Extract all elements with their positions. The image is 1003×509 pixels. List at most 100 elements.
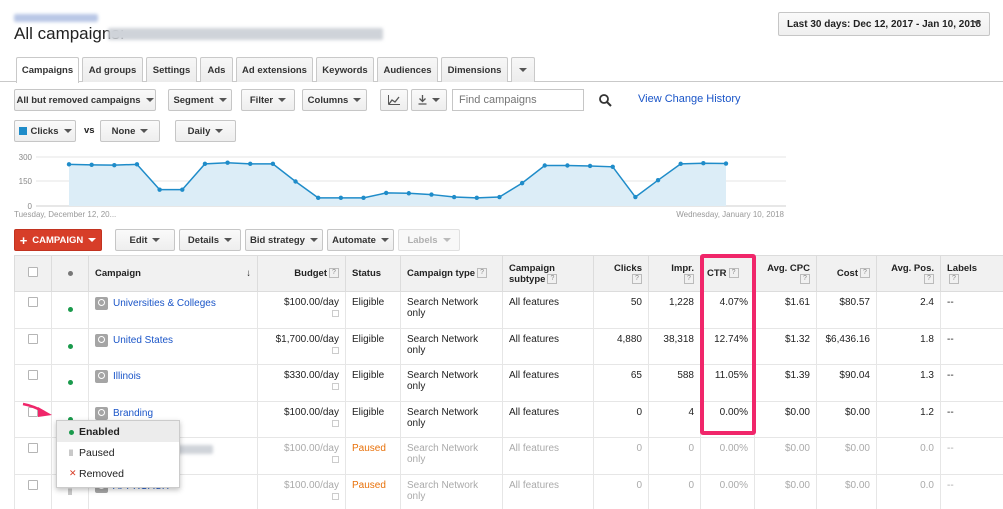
edit-pencil-icon[interactable] <box>332 419 339 427</box>
new-campaign-button[interactable]: + CAMPAIGN <box>14 229 102 251</box>
tab-keywords[interactable]: Keywords <box>316 57 374 82</box>
tab-ad-groups[interactable]: Ad groups <box>82 57 143 82</box>
data-point[interactable] <box>383 190 389 196</box>
data-point[interactable] <box>180 187 185 192</box>
edit-dropdown[interactable]: Edit <box>115 229 175 251</box>
row-checkbox[interactable] <box>28 443 38 454</box>
tab-settings[interactable]: Settings <box>146 57 197 82</box>
help-icon[interactable]: ? <box>949 273 959 284</box>
campaign-name-link[interactable]: United States <box>113 335 173 346</box>
enabled-dot-icon[interactable] <box>67 343 73 349</box>
tab-campaigns[interactable]: Campaigns <box>16 57 79 83</box>
automate-dropdown[interactable]: Automate <box>327 229 394 251</box>
row-checkbox[interactable] <box>28 479 38 490</box>
segment-dropdown[interactable]: Segment <box>168 89 232 111</box>
edit-pencil-icon[interactable] <box>332 383 339 391</box>
budget-cell[interactable]: $1,700.00/day <box>257 327 346 366</box>
data-point[interactable] <box>338 195 344 201</box>
help-icon[interactable]: ? <box>547 273 558 284</box>
campaign-name-link[interactable]: Branding <box>113 408 153 419</box>
col-budget[interactable]: Budget? <box>257 255 346 292</box>
data-point[interactable] <box>270 161 276 167</box>
chart-period-dropdown[interactable]: Daily <box>175 120 236 142</box>
tab-ad-extensions[interactable]: Ad extensions <box>236 57 313 82</box>
col-cost[interactable]: Cost? <box>816 255 877 292</box>
data-point[interactable] <box>542 163 547 168</box>
tab-ads[interactable]: Ads <box>200 57 233 82</box>
col-impr[interactable]: Impr.? <box>648 255 701 292</box>
data-point[interactable] <box>66 162 72 167</box>
data-point[interactable] <box>293 179 298 184</box>
data-point[interactable] <box>202 161 208 167</box>
col-ctr[interactable]: CTR? <box>700 255 755 292</box>
pause-icon[interactable]: ll <box>68 487 72 497</box>
help-icon[interactable]: ? <box>477 268 488 279</box>
edit-pencil-icon[interactable] <box>332 346 339 354</box>
col-labels[interactable]: Labels? <box>940 255 1003 292</box>
date-range-picker[interactable]: Last 30 days: Dec 12, 2017 - Jan 10, 201… <box>778 12 990 36</box>
data-point[interactable] <box>723 161 729 166</box>
filter-dropdown[interactable]: Filter <box>241 89 295 111</box>
data-point[interactable] <box>497 194 502 200</box>
data-point[interactable] <box>701 161 706 166</box>
row-checkbox[interactable] <box>28 333 38 344</box>
col-campaign-subtype[interactable]: Campaign subtype? <box>502 255 594 292</box>
data-point[interactable] <box>134 162 140 167</box>
data-point[interactable] <box>406 191 412 196</box>
col-clicks[interactable]: Clicks? <box>593 255 649 292</box>
data-point[interactable] <box>225 160 230 165</box>
edit-pencil-icon[interactable] <box>332 492 339 500</box>
columns-dropdown[interactable]: Columns <box>302 89 367 111</box>
view-change-history-link[interactable]: View Change History <box>638 93 741 105</box>
col-avg-cpc[interactable]: Avg. CPC? <box>754 255 817 292</box>
col-campaign[interactable]: Campaign ↓ <box>88 255 258 292</box>
data-point[interactable] <box>610 164 615 169</box>
download-button[interactable] <box>411 89 447 111</box>
help-icon[interactable]: ? <box>632 273 642 284</box>
help-icon[interactable]: ? <box>329 268 339 279</box>
enabled-dot-icon[interactable] <box>67 307 73 313</box>
edit-pencil-icon[interactable] <box>332 310 339 317</box>
data-point[interactable] <box>112 162 117 168</box>
row-checkbox[interactable] <box>28 370 38 381</box>
row-checkbox[interactable] <box>28 297 38 307</box>
enabled-dot-icon[interactable] <box>67 380 73 386</box>
details-dropdown[interactable]: Details <box>179 229 241 251</box>
campaign-name-link[interactable]: Illinois <box>113 371 141 382</box>
data-point[interactable] <box>429 192 434 197</box>
menu-item-enabled[interactable]: Enabled <box>57 421 179 442</box>
help-icon[interactable]: ? <box>860 268 870 279</box>
labels-dropdown[interactable]: Labels <box>398 229 460 251</box>
campaign-name-link[interactable]: Universities & Colleges <box>113 298 216 309</box>
edit-pencil-icon[interactable] <box>332 456 339 464</box>
menu-item-paused[interactable]: ll Paused <box>57 442 179 463</box>
data-point[interactable] <box>361 195 366 201</box>
help-icon[interactable]: ? <box>728 268 739 279</box>
data-point[interactable] <box>633 194 638 200</box>
menu-item-removed[interactable]: ✕ Removed <box>57 463 179 484</box>
data-point[interactable] <box>316 195 321 201</box>
help-icon[interactable]: ? <box>800 273 810 284</box>
toggle-chart-button[interactable] <box>380 89 408 111</box>
budget-cell[interactable]: $100.00/day <box>257 291 346 329</box>
select-all-checkbox[interactable] <box>28 267 38 277</box>
data-point[interactable] <box>248 161 253 167</box>
col-avg-pos[interactable]: Avg. Pos.? <box>876 255 941 292</box>
chart-metric2-dropdown[interactable]: None <box>100 120 160 142</box>
data-point[interactable] <box>587 163 593 169</box>
budget-cell[interactable]: $330.00/day <box>257 364 346 402</box>
budget-cell[interactable]: $100.00/day <box>257 437 346 475</box>
data-point[interactable] <box>89 162 94 168</box>
tab-dimensions[interactable]: Dimensions <box>441 57 508 82</box>
bid-strategy-dropdown[interactable]: Bid strategy <box>245 229 323 251</box>
data-point[interactable] <box>474 195 479 201</box>
chart-metric1-dropdown[interactable]: Clicks <box>14 120 76 142</box>
data-point[interactable] <box>157 187 162 192</box>
data-point[interactable] <box>565 163 570 168</box>
more-tabs-button[interactable] <box>511 57 535 82</box>
help-icon[interactable]: ? <box>924 273 934 284</box>
tab-audiences[interactable]: Audiences <box>377 57 438 82</box>
data-point[interactable] <box>655 177 661 183</box>
help-icon[interactable]: ? <box>684 273 694 284</box>
data-point[interactable] <box>678 161 683 167</box>
